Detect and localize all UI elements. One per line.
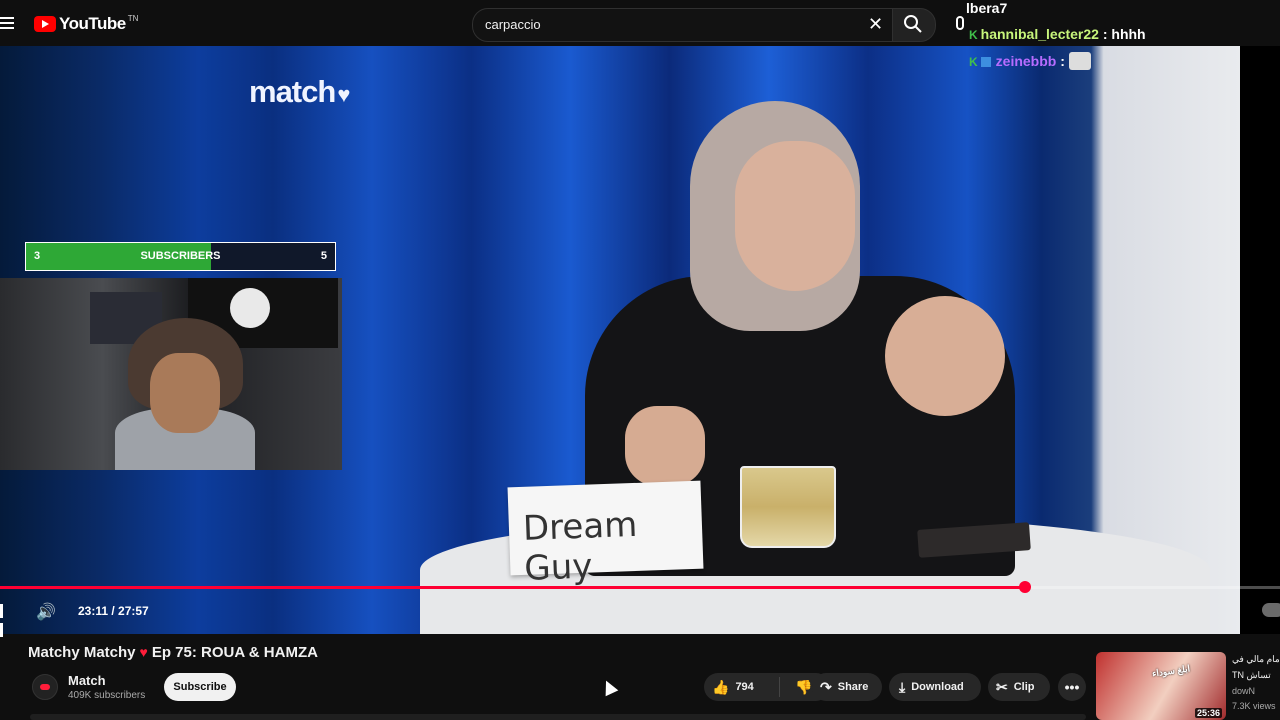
chat-message: Kzeinebbb : [969,52,1091,70]
download-button[interactable]: ⤓ Download [889,673,981,701]
time-display: 23:11 / 27:57 [78,604,149,618]
guest-hand [885,296,1005,416]
pause-icon[interactable] [0,604,10,637]
subscribe-button[interactable]: Subscribe [164,673,236,701]
match-brand-logo: match♥ [249,74,350,109]
kick-badge-icon: K [969,55,978,69]
clip-label: Clip [1013,681,1035,693]
skull-emblem [230,288,270,328]
suggested-video-thumbnail[interactable]: ابلغ سوداء 25:36 [1096,652,1226,720]
video-duration: 25:36 [1194,708,1222,718]
video-title: Matchy Matchy ♥ Ep 75: ROUA & HAMZA [28,644,318,661]
subscriber-badge-icon [980,57,991,67]
suggested-video-title[interactable]: أمام مالي في [1232,654,1280,665]
more-actions-button[interactable]: ••• [1058,673,1086,701]
thumbnail-text: ابلغ سوداء [1151,663,1191,679]
channel-subscriber-count: 409K subscribers [68,690,146,701]
streamer-webcam [0,278,342,470]
suggested-video-views: 7.3K views [1232,701,1276,711]
clear-search-icon[interactable]: ✕ [868,14,883,35]
chat-username: hannibal_lecter22 [980,26,1099,42]
progress-bar[interactable] [0,581,1280,593]
youtube-logo[interactable]: YouTube TN [34,14,138,34]
share-button[interactable]: ↷ Share [812,673,882,701]
chat-message: lbera7 [966,0,1007,16]
kick-badge-icon: K [969,28,978,42]
chat-overlay: lbera7 Khannibal_lecter22 : hhhh Kzeineb… [966,0,1240,74]
clip-button[interactable]: ✂ Clip [988,673,1050,701]
logo-country-code: TN [127,14,139,23]
like-count: 794 [735,681,754,693]
chat-message: Khannibal_lecter22 : hhhh [969,26,1146,42]
progress-played [0,586,1025,589]
heart-icon: ♥ [139,644,148,660]
comments-scroll-area[interactable] [30,714,1086,720]
like-button[interactable]: 👍 794 [704,677,780,697]
progress-scrubber[interactable] [1018,581,1031,593]
search-box[interactable]: carpaccio ✕ [472,8,894,42]
thumbs-down-icon: 👎 [795,678,813,695]
menu-icon[interactable] [0,14,16,30]
chat-username: zeinebbb [995,53,1057,69]
search-icon [904,15,922,33]
channel-avatar[interactable] [32,674,58,700]
thumbs-up-icon: 👍 [712,678,730,695]
chat-username: lbera7 [966,0,1008,16]
nameplate: Dream Guy [507,480,704,589]
microphone-icon[interactable] [956,16,964,30]
more-icon: ••• [1064,679,1080,695]
volume-icon[interactable]: 🔊 [36,602,56,622]
scissors-icon: ✂ [996,678,1008,695]
search-button[interactable] [892,8,936,42]
search-input[interactable]: carpaccio [485,17,541,32]
logo-text: YouTube [59,14,126,33]
download-label: Download [911,681,964,693]
autoplay-toggle[interactable] [1262,603,1280,617]
subscriber-goal-target: 5 [320,250,327,262]
mouse-cursor [599,677,619,697]
dessert-cup [740,466,836,548]
youtube-play-icon [34,16,56,32]
channel-name[interactable]: Match [68,673,106,688]
cat-emote-icon [1068,52,1091,70]
nameplate-text: Dream Guy [522,504,638,589]
streamer-face [150,353,220,433]
handshake-heart-icon: ♥ [337,82,350,107]
suggested-video-meta: dowN [1232,686,1256,696]
share-label: Share [837,681,869,693]
subscriber-goal-bar: 3 SUBSCRIBERS 5 [25,242,336,271]
share-icon: ↷ [820,678,832,695]
guest-face [735,141,855,291]
subscriber-goal-label: SUBSCRIBERS [140,250,221,262]
suggested-video-channel[interactable]: TN تساش [1232,670,1271,681]
guest-hand-spoon [625,406,705,486]
player-side-edge [1240,46,1280,634]
download-icon: ⤓ [899,678,906,695]
chat-text: hhhh [1111,26,1146,42]
